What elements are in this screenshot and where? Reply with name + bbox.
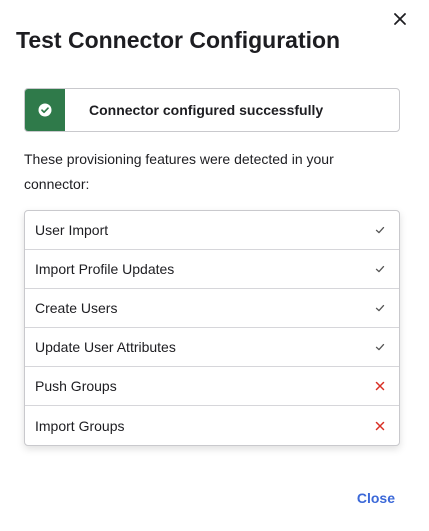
feature-label: Update User Attributes [35, 339, 176, 355]
check-icon [373, 340, 387, 354]
list-item: Update User Attributes [25, 328, 399, 367]
list-item: User Import [25, 211, 399, 250]
close-icon[interactable] [391, 10, 409, 28]
feature-label: Create Users [35, 300, 118, 316]
success-banner: Connector configured successfully [24, 88, 400, 132]
feature-label: Import Profile Updates [35, 261, 175, 277]
list-item: Import Profile Updates [25, 250, 399, 289]
check-icon [373, 262, 387, 276]
check-icon [373, 223, 387, 237]
cross-icon [373, 379, 387, 393]
list-item: Create Users [25, 289, 399, 328]
cross-icon [373, 419, 387, 433]
feature-label: Push Groups [35, 378, 117, 394]
features-description: These provisioning features were detecte… [24, 151, 334, 192]
page-title: Test Connector Configuration [16, 27, 341, 53]
close-button[interactable]: Close [357, 490, 395, 506]
feature-label: Import Groups [35, 417, 125, 434]
features-list: User Import Import Profile Updates Create … [24, 210, 400, 446]
banner-message: Connector configured successfully [89, 102, 324, 118]
banner-icon-box [25, 89, 65, 131]
check-circle-icon [38, 103, 52, 117]
list-item: Push Groups [25, 367, 399, 406]
list-item: Import Groups [25, 406, 399, 445]
check-icon [373, 301, 387, 315]
feature-label: User Import [35, 222, 109, 238]
